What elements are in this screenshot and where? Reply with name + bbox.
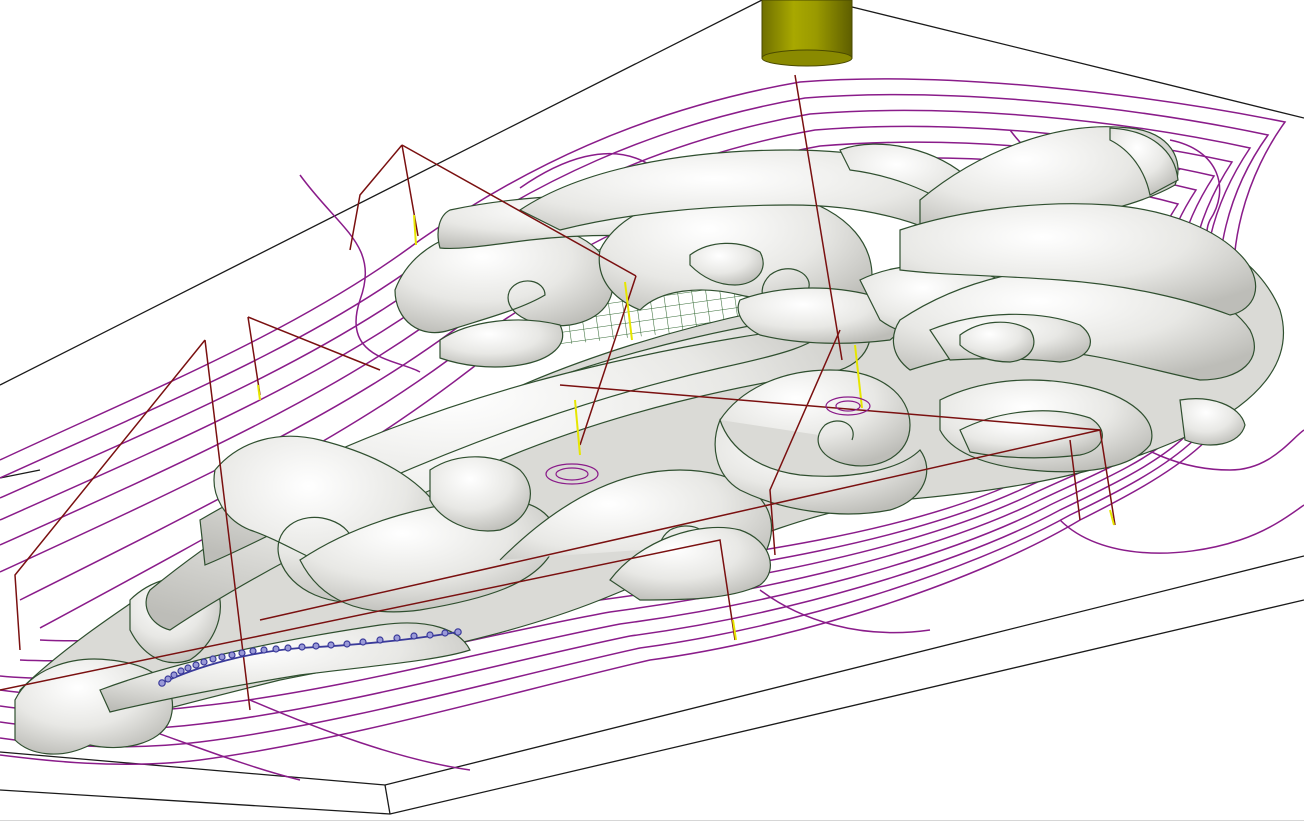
viewport-bottom-border xyxy=(0,820,1304,821)
end-mill-cutter[interactable] xyxy=(761,0,853,67)
cam-3d-viewport[interactable] xyxy=(0,0,1304,824)
